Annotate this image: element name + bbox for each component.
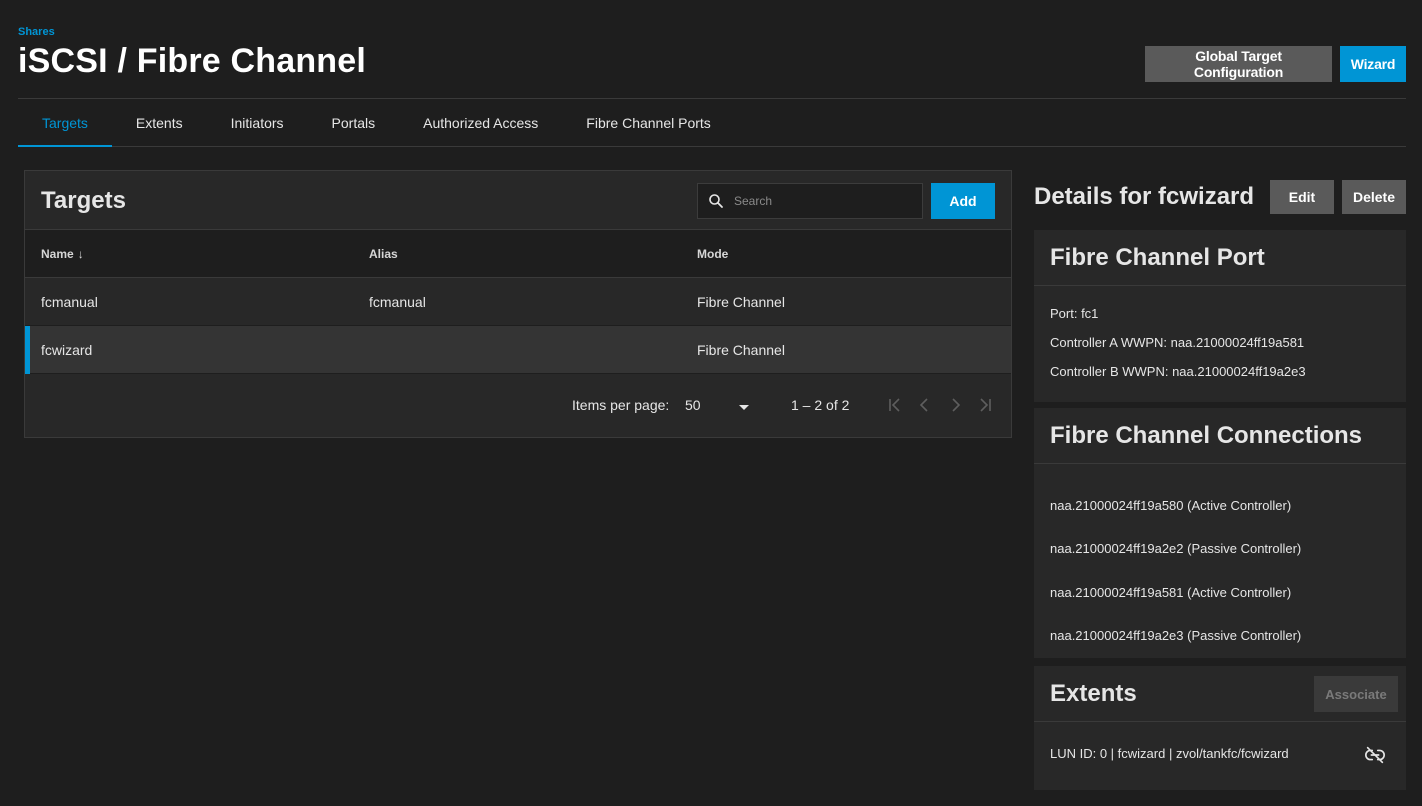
tab-fibre-channel-ports[interactable]: Fibre Channel Ports: [562, 99, 735, 147]
fibre-channel-connections-header: Fibre Channel Connections: [1034, 408, 1406, 464]
tab-bar: Targets Extents Initiators Portals Autho…: [18, 99, 1406, 147]
cell-mode: Fibre Channel: [697, 342, 785, 358]
previous-page-icon[interactable]: [913, 393, 937, 417]
page-title: iSCSI / Fibre Channel: [18, 42, 367, 80]
delete-button[interactable]: Delete: [1342, 180, 1406, 214]
search-input[interactable]: [734, 184, 920, 218]
items-per-page-label: Items per page:: [572, 397, 670, 413]
global-target-configuration-button[interactable]: Global Target Configuration: [1145, 46, 1332, 82]
targets-card: Targets Add Name↓ Alias Mode fcmanual fc…: [24, 170, 1012, 438]
fibre-channel-port-title: Fibre Channel Port: [1050, 244, 1265, 271]
page: Shares iSCSI / Fibre Channel Global Targ…: [0, 0, 1422, 806]
extent-item: LUN ID: 0 | fcwizard | zvol/tankfc/fcwiz…: [1050, 746, 1289, 761]
tab-targets[interactable]: Targets: [18, 99, 112, 147]
page-range: 1 – 2 of 2: [791, 397, 850, 413]
column-header-mode[interactable]: Mode: [697, 230, 728, 278]
cell-mode: Fibre Channel: [697, 294, 785, 310]
search-icon: [709, 194, 723, 208]
wizard-button[interactable]: Wizard: [1340, 46, 1406, 82]
column-header-name[interactable]: Name ↓: [41, 230, 84, 278]
fibre-channel-connections-card: Fibre Channel Connections naa.21000024ff…: [1034, 408, 1406, 658]
last-page-icon[interactable]: [973, 393, 997, 417]
tab-initiators[interactable]: Initiators: [207, 99, 308, 147]
column-header-name-label: Name: [41, 247, 74, 261]
page-size-select[interactable]: 50: [685, 397, 701, 413]
tab-extents[interactable]: Extents: [112, 99, 207, 147]
next-page-icon[interactable]: [943, 393, 967, 417]
cell-name: fcwizard: [41, 342, 93, 358]
table-row-selected[interactable]: fcwizard Fibre Channel: [25, 326, 1011, 374]
cell-name: fcmanual: [41, 294, 98, 310]
cell-alias: fcmanual: [369, 294, 426, 310]
extents-title: Extents: [1050, 680, 1137, 707]
edit-button[interactable]: Edit: [1270, 180, 1334, 214]
fibre-channel-port-card: Fibre Channel Port Port: fc1 Controller …: [1034, 230, 1406, 402]
fc-controller-a-wwpn: Controller A WWPN: naa.21000024ff19a581: [1050, 335, 1305, 350]
table-header: Name ↓ Alias Mode: [25, 229, 1011, 278]
column-header-alias[interactable]: Alias: [369, 230, 398, 278]
add-target-button[interactable]: Add: [931, 183, 995, 219]
dropdown-caret-icon[interactable]: [739, 405, 749, 410]
fc-connection-item: naa.21000024ff19a2e2 (Passive Controller…: [1050, 541, 1302, 556]
first-page-icon[interactable]: [883, 393, 907, 417]
extents-card: Extents Associate LUN ID: 0 | fcwizard |…: [1034, 666, 1406, 790]
tab-authorized-access[interactable]: Authorized Access: [399, 99, 562, 147]
fc-connection-item: naa.21000024ff19a580 (Active Controller): [1050, 498, 1292, 513]
table-row[interactable]: fcmanual fcmanual Fibre Channel: [25, 278, 1011, 326]
fibre-channel-connections-title: Fibre Channel Connections: [1050, 422, 1363, 449]
targets-card-title: Targets: [41, 187, 126, 214]
fc-controller-b-wwpn: Controller B WWPN: naa.21000024ff19a2e3: [1050, 364, 1306, 379]
unlink-icon[interactable]: [1364, 744, 1386, 766]
fibre-channel-port-header: Fibre Channel Port: [1034, 230, 1406, 286]
search-box[interactable]: [697, 183, 923, 219]
breadcrumb[interactable]: Shares: [18, 26, 55, 38]
fc-connection-item: naa.21000024ff19a581 (Active Controller): [1050, 585, 1292, 600]
tab-portals[interactable]: Portals: [308, 99, 400, 147]
associate-button[interactable]: Associate: [1314, 676, 1398, 712]
fc-port-line: Port: fc1: [1050, 306, 1099, 321]
extents-header: Extents Associate: [1034, 666, 1406, 722]
fc-connection-item: naa.21000024ff19a2e3 (Passive Controller…: [1050, 628, 1302, 643]
details-title: Details for fcwizard: [1034, 183, 1255, 210]
sort-arrow-down-icon: ↓: [77, 247, 84, 261]
paginator: Items per page: 50 1 – 2 of 2: [25, 377, 1011, 437]
